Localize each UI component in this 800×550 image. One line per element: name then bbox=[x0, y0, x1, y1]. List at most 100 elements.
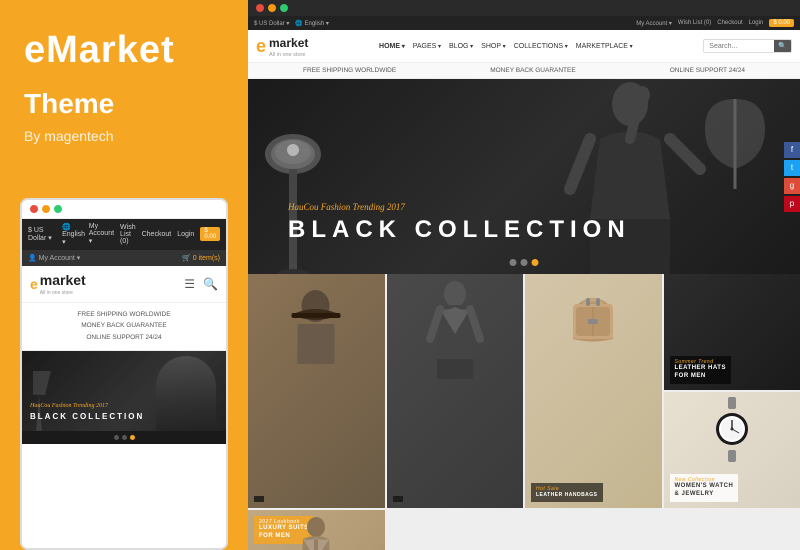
twitter-icon[interactable]: t bbox=[784, 160, 800, 176]
mobile-dot-2[interactable] bbox=[122, 435, 127, 440]
leather-hats-label: Summer Trend LEATHER HATSFOR MEN bbox=[670, 356, 731, 384]
hero-main-title: BLACK COLLECTION bbox=[288, 216, 631, 244]
mobile-browser-bar bbox=[22, 200, 226, 219]
suits-main-label bbox=[393, 496, 403, 502]
mobile-currency: $ US Dollar ▾ bbox=[28, 227, 56, 242]
mobile-dot-red bbox=[30, 205, 38, 213]
desktop-nav-links: HOME PAGES BLOG SHOP COLLECTIONS MARKETP… bbox=[379, 43, 633, 50]
mobile-slide-dots bbox=[22, 431, 226, 444]
desktop-checkout-link[interactable]: Checkout bbox=[717, 20, 742, 26]
desktop-search[interactable]: 🔍 bbox=[703, 39, 792, 53]
google-icon[interactable]: g bbox=[784, 178, 800, 194]
feature-support: ONLINE SUPPORT 24/24 bbox=[670, 67, 745, 74]
desktop-account-link[interactable]: My Account ▾ bbox=[636, 20, 672, 27]
search-input[interactable] bbox=[704, 41, 774, 52]
mobile-account-text: 👤 My Account ▾ bbox=[28, 254, 80, 262]
mobile-account-link[interactable]: My Account ▾ bbox=[89, 223, 114, 245]
grid-item-leather-hats[interactable]: Summer Trend LEATHER HATSFOR MEN bbox=[664, 274, 800, 390]
desktop-logo-sub: All in one store bbox=[269, 52, 308, 58]
desktop-browser-bar bbox=[248, 0, 800, 16]
desktop-logo[interactable]: e market All in one store bbox=[256, 34, 308, 58]
hats-label bbox=[254, 496, 264, 502]
browser-dot-green bbox=[280, 4, 288, 12]
leather-hats-tag: Summer Trend bbox=[675, 359, 726, 366]
left-panel: eMarket Theme By magentech $ US Dollar ▾… bbox=[0, 0, 248, 550]
desktop-cart-badge[interactable]: $ 0.00 bbox=[769, 19, 794, 27]
mobile-toolbar: $ US Dollar ▾ 🌐 English ▾ My Account ▾ W… bbox=[22, 219, 226, 250]
person-silhouette bbox=[550, 79, 710, 274]
grid-item-hats[interactable] bbox=[248, 274, 385, 508]
browser-dot-yellow bbox=[268, 4, 276, 12]
desktop-currency[interactable]: $ US Dollar ▾ bbox=[254, 20, 289, 27]
theme-label: Theme bbox=[24, 88, 224, 120]
mobile-logo-bar: e market All in one store ☰ 🔍 bbox=[22, 266, 226, 303]
mobile-preview: $ US Dollar ▾ 🌐 English ▾ My Account ▾ W… bbox=[20, 198, 228, 550]
handbags-main-label: Hot Sale LEATHER HANDBAGS bbox=[531, 483, 603, 502]
desktop-login-link[interactable]: Login bbox=[749, 20, 764, 26]
grid-item-luxury-suits[interactable]: 2017 Lookbook LUXURY SUITSFOR MEN bbox=[248, 510, 385, 550]
hot-sale-tag: Hot Sale bbox=[536, 486, 598, 493]
mobile-login-link[interactable]: Login bbox=[177, 231, 194, 238]
hero-social-sidebar: f t g p bbox=[784, 142, 800, 212]
hero-dot-1[interactable] bbox=[510, 259, 517, 266]
hero-dot-3[interactable] bbox=[532, 259, 539, 266]
mobile-hero-cursive: HauCou Fashion Trending 2017 bbox=[30, 403, 108, 409]
mobile-logo-text: market bbox=[40, 272, 86, 288]
mobile-feature-support: ONLINE SUPPORT 24/24 bbox=[30, 332, 218, 344]
desktop-hero: HauCou Fashion Trending 2017 BLACK COLLE… bbox=[248, 79, 800, 274]
mobile-dot-yellow bbox=[42, 205, 50, 213]
grid-item-handbags-main[interactable]: Hot Sale LEATHER HANDBAGS bbox=[525, 274, 662, 508]
desktop-wishlist-link[interactable]: Wish List (0) bbox=[678, 20, 711, 26]
hero-slide-indicators bbox=[510, 259, 539, 266]
umbrella-shape bbox=[700, 89, 770, 189]
brand-title: eMarket bbox=[24, 30, 224, 72]
product-grid: Summer Trend LEATHER HATSFOR MEN bbox=[248, 274, 800, 550]
mobile-wishlist-link[interactable]: Wish List (0) bbox=[120, 224, 136, 245]
mobile-hero-text: HauCou Fashion Trending 2017 BLACK COLLE… bbox=[30, 394, 144, 421]
right-panel: $ US Dollar ▾ 🌐 English ▾ My Account ▾ W… bbox=[248, 0, 800, 550]
mobile-dot-1[interactable] bbox=[114, 435, 119, 440]
nav-collections[interactable]: COLLECTIONS bbox=[514, 43, 568, 50]
mobile-hero: HauCou Fashion Trending 2017 BLACK COLLE… bbox=[22, 351, 226, 431]
watches-label: New Collection WOMEN'S WATCH& JEWELRY bbox=[670, 474, 739, 502]
facebook-icon[interactable]: f bbox=[784, 142, 800, 158]
nav-home[interactable]: HOME bbox=[379, 43, 405, 50]
lamp-silhouette bbox=[263, 104, 323, 274]
desktop-main-nav: e market All in one store HOME PAGES BLO… bbox=[248, 30, 800, 63]
mobile-language: 🌐 English ▾ bbox=[62, 223, 89, 246]
mobile-feature-refund: MONEY BACK GUARANTEE bbox=[30, 320, 218, 332]
grid-item-watches[interactable]: New Collection WOMEN'S WATCH& JEWELRY bbox=[664, 392, 800, 508]
grid-item-suits-main[interactable] bbox=[387, 274, 524, 508]
hero-text: HauCou Fashion Trending 2017 BLACK COLLE… bbox=[288, 202, 631, 244]
desktop-features-bar: FREE SHIPPING WORLDWIDE MONEY BACK GUARA… bbox=[248, 63, 800, 79]
mobile-dot-3[interactable] bbox=[130, 435, 135, 440]
mobile-feature-shipping: FREE SHIPPING WORLDWIDE bbox=[30, 309, 218, 321]
mobile-dot-green bbox=[54, 205, 62, 213]
mobile-account-bar: 👤 My Account ▾ 🛒 0 item(s) bbox=[22, 250, 226, 266]
mobile-logo-icon: e bbox=[30, 276, 38, 292]
mobile-menu-icons[interactable]: ☰ 🔍 bbox=[184, 277, 218, 291]
desktop-logo-text: market bbox=[269, 36, 308, 50]
desktop-logo-icon: e bbox=[256, 36, 266, 57]
mobile-cart-text: 🛒 0 item(s) bbox=[182, 254, 220, 262]
nav-shop[interactable]: SHOP bbox=[481, 43, 506, 50]
hero-cursive-subtitle: HauCou Fashion Trending 2017 bbox=[288, 202, 631, 212]
nav-marketplace[interactable]: MARKETPLACE bbox=[576, 43, 633, 50]
browser-dot-red bbox=[256, 4, 264, 12]
feature-shipping: FREE SHIPPING WORLDWIDE bbox=[303, 67, 396, 74]
new-collection-tag: New Collection bbox=[675, 477, 734, 484]
nav-pages[interactable]: PAGES bbox=[413, 43, 441, 50]
pinterest-icon[interactable]: p bbox=[784, 196, 800, 212]
mobile-features: FREE SHIPPING WORLDWIDE MONEY BACK GUARA… bbox=[22, 303, 226, 351]
nav-blog[interactable]: BLOG bbox=[449, 43, 473, 50]
desktop-language[interactable]: 🌐 English ▾ bbox=[295, 20, 329, 27]
hero-dot-2[interactable] bbox=[521, 259, 528, 266]
feature-refund: MONEY BACK GUARANTEE bbox=[490, 67, 575, 74]
by-label: By magentech bbox=[24, 128, 224, 144]
search-icon[interactable]: 🔍 bbox=[203, 277, 218, 291]
mobile-checkout-link[interactable]: Checkout bbox=[142, 231, 172, 238]
hamburger-icon[interactable]: ☰ bbox=[184, 277, 195, 291]
mobile-cart-badge[interactable]: $ 0.00 bbox=[200, 227, 220, 241]
search-button[interactable]: 🔍 bbox=[774, 40, 791, 52]
desktop-top-toolbar: $ US Dollar ▾ 🌐 English ▾ My Account ▾ W… bbox=[248, 16, 800, 30]
